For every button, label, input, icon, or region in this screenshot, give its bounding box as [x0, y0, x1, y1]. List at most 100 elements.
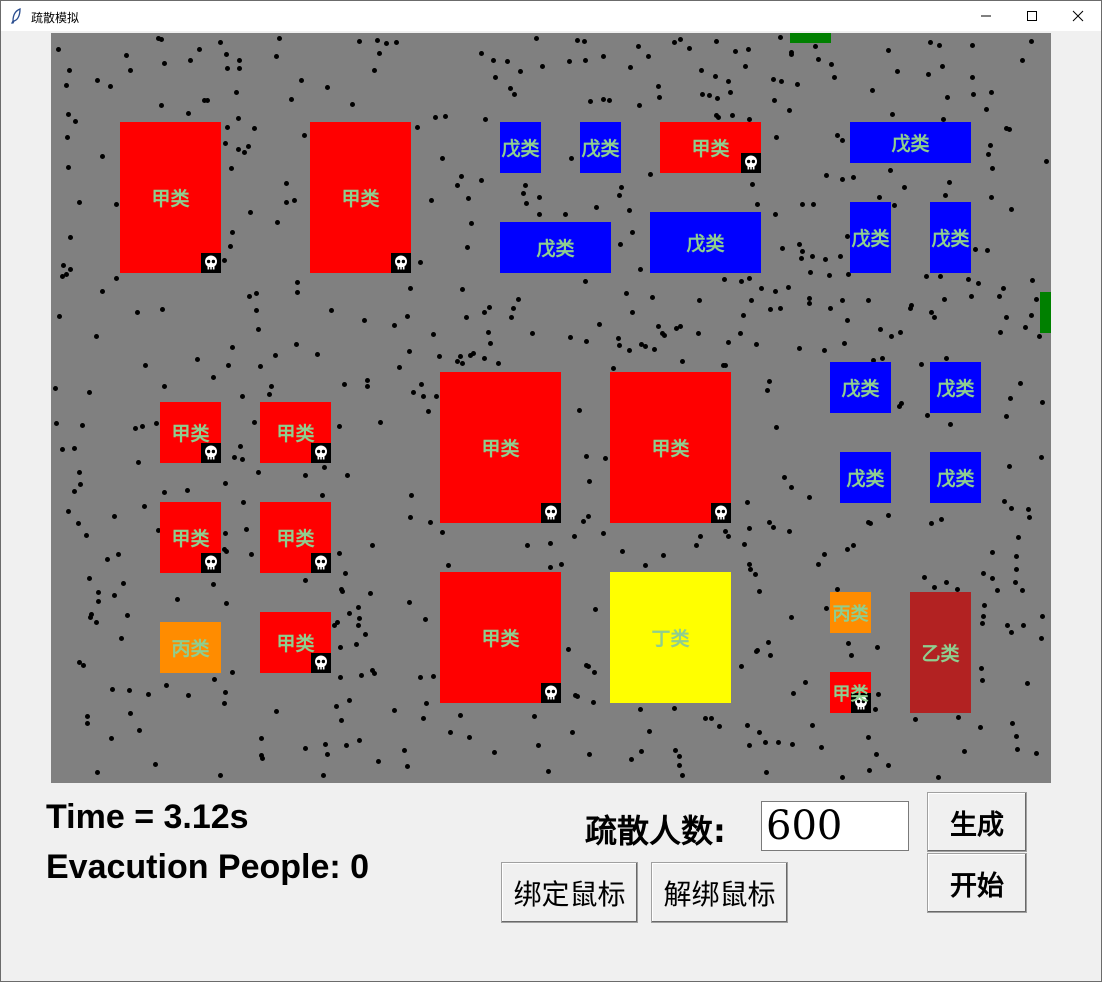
person-dot: [537, 212, 542, 217]
building-label: 甲类: [171, 528, 210, 550]
person-dot: [224, 601, 229, 606]
maximize-button[interactable]: [1009, 1, 1055, 31]
person-dot: [733, 49, 738, 54]
person-dot: [292, 198, 297, 203]
person-dot: [128, 711, 133, 716]
person-dot: [572, 534, 577, 539]
person-dot: [357, 39, 362, 44]
unbind-mouse-button[interactable]: 解绑鼠标: [651, 862, 788, 923]
person-dot: [223, 481, 228, 486]
person-dot: [1010, 721, 1015, 726]
person-dot: [116, 552, 121, 557]
person-dot: [532, 714, 537, 719]
person-dot: [140, 424, 145, 429]
person-dot: [677, 754, 682, 759]
person-dot: [897, 404, 902, 409]
building-wu: 戊类: [840, 452, 891, 503]
person-dot: [845, 547, 850, 552]
person-dot: [88, 615, 93, 620]
person-dot: [76, 521, 81, 526]
person-dot: [748, 567, 753, 572]
person-dot: [523, 183, 528, 188]
person-dot: [1004, 414, 1009, 419]
generate-button[interactable]: 生成: [927, 792, 1027, 852]
person-dot: [698, 534, 703, 539]
person-dot: [56, 47, 61, 52]
person-dot: [274, 709, 279, 714]
person-dot: [1020, 588, 1025, 593]
person-dot: [405, 764, 410, 769]
person-dot: [303, 578, 308, 583]
person-dot: [898, 330, 903, 335]
person-dot: [443, 114, 448, 119]
minimize-button[interactable]: [963, 1, 1009, 31]
person-dot: [146, 692, 151, 697]
person-dot: [709, 716, 714, 721]
person-dot: [437, 354, 442, 359]
evacuee-count-input[interactable]: 600: [761, 801, 909, 851]
person-dot: [53, 386, 58, 391]
person-dot: [647, 729, 652, 734]
person-dot: [1039, 455, 1044, 460]
person-dot: [508, 86, 513, 91]
minimize-icon: [981, 15, 991, 17]
person-dot: [80, 423, 85, 428]
person-dot: [672, 40, 677, 45]
person-dot: [980, 621, 985, 626]
building-label: 戊类: [851, 228, 890, 250]
person-dot: [943, 193, 948, 198]
person-dot: [771, 77, 776, 82]
title-bar[interactable]: 疏散模拟: [1, 1, 1101, 31]
person-dot: [816, 57, 821, 62]
simulation-canvas[interactable]: 甲类 甲类 戊类 戊类 甲类 戊类 戊类 戊类 戊类 戊类 甲类 甲类 甲类 甲类 戊类 戊类 戊类 戊类 甲类 甲类…: [51, 33, 1051, 783]
person-dot: [426, 409, 431, 414]
person-dot: [780, 246, 785, 251]
person-dot: [440, 156, 445, 161]
person-dot: [637, 103, 642, 108]
person-dot: [942, 297, 947, 302]
person-dot: [85, 714, 90, 719]
person-dot: [224, 52, 229, 57]
person-dot: [188, 58, 193, 63]
person-dot: [119, 636, 124, 641]
person-dot: [240, 394, 245, 399]
person-dot: [492, 750, 497, 755]
person-dot: [258, 364, 263, 369]
close-button[interactable]: [1055, 1, 1101, 31]
start-button[interactable]: 开始: [927, 853, 1027, 913]
person-dot: [755, 202, 760, 207]
person-dot: [813, 44, 818, 49]
bind-mouse-button[interactable]: 绑定鼠标: [501, 862, 638, 923]
building-wu: 戊类: [650, 212, 761, 273]
person-dot: [491, 58, 496, 63]
person-dot: [343, 571, 348, 576]
person-dot: [295, 280, 300, 285]
person-dot: [577, 408, 582, 413]
person-dot: [924, 274, 929, 279]
person-dot: [677, 763, 682, 768]
person-dot: [267, 392, 272, 397]
person-dot: [469, 221, 474, 226]
person-dot: [1018, 381, 1023, 386]
person-dot: [228, 244, 233, 249]
person-dot: [54, 421, 59, 426]
person-dot: [842, 341, 847, 346]
time-readout: Time = 3.12s: [46, 798, 249, 836]
skull-icon: [311, 553, 331, 573]
person-dot: [186, 111, 191, 116]
person-dot: [236, 147, 241, 152]
person-dot: [723, 529, 728, 534]
person-dot: [932, 315, 937, 320]
person-dot: [984, 107, 989, 112]
person-dot: [345, 473, 350, 478]
person-dot: [357, 738, 362, 743]
person-dot: [247, 294, 252, 299]
person-dot: [759, 286, 764, 291]
person-dot: [496, 361, 501, 366]
person-dot: [584, 339, 589, 344]
person-dot: [467, 735, 472, 740]
person-dot: [925, 413, 930, 418]
person-dot: [774, 135, 779, 140]
person-dot: [947, 180, 952, 185]
building-label: 戊类: [501, 138, 540, 160]
